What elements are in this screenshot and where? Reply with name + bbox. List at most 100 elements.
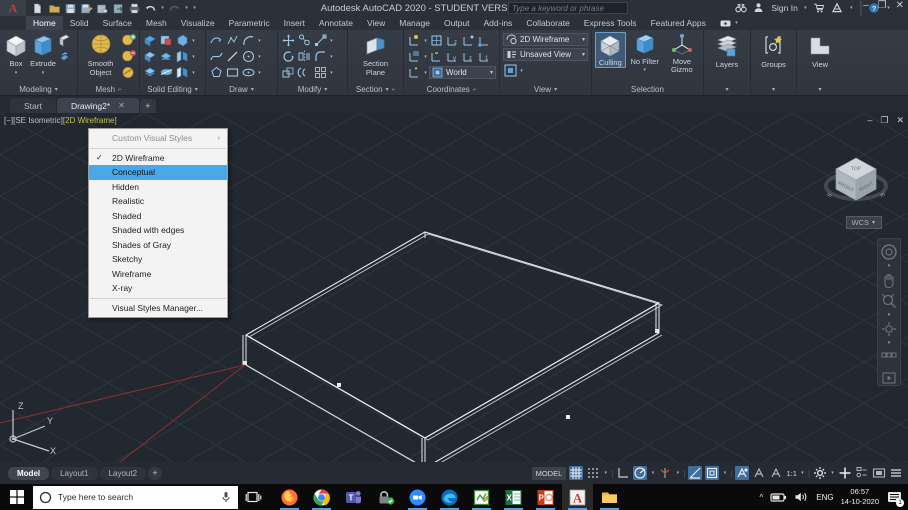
shell-icon[interactable] [143, 65, 158, 80]
panel-layers-label[interactable]: ▾ [704, 83, 750, 96]
restore-button[interactable]: ❐ [878, 1, 887, 11]
ucs-y-rotate-icon[interactable]: y [445, 49, 460, 64]
isolate-objects-icon[interactable] [855, 466, 869, 480]
object-snap-icon[interactable] [705, 466, 720, 480]
taskbar-app-autocad[interactable]: A [562, 484, 593, 510]
3d-mirror-icon[interactable] [297, 49, 312, 64]
drawing-close-button[interactable]: ✕ [896, 115, 904, 126]
taskbar-app-explorer[interactable] [594, 484, 625, 510]
panel-modeling-label[interactable]: Modeling ▾ [0, 83, 77, 96]
drawing-restore-button[interactable]: ❐ [880, 115, 888, 126]
circle-icon[interactable] [241, 49, 256, 64]
sign-in-button[interactable]: Sign In [771, 3, 797, 13]
ribbon-tab-collaborate[interactable]: Collaborate [519, 16, 576, 30]
panel-draw-label[interactable]: Draw ▾ [206, 83, 277, 96]
taskbar-app-security[interactable] [370, 484, 401, 510]
taskbar-app-firefox[interactable] [274, 484, 305, 510]
visual-style-dropdown[interactable]: 2D Wireframe ▾ [503, 33, 588, 46]
view-cube[interactable]: TOP FRONT RIGHT S E [820, 146, 892, 218]
3dpolyline-icon[interactable] [225, 33, 240, 48]
loft-icon[interactable] [57, 49, 72, 64]
orbit-icon[interactable] [880, 320, 898, 338]
ucs-dropdown[interactable]: World ▾ [429, 66, 496, 79]
object-snap-tracking-icon[interactable] [688, 466, 703, 480]
layout-tab-layout2[interactable]: Layout2 [99, 466, 147, 480]
annotation-scale-caret[interactable]: ▾ [800, 470, 805, 476]
imprint-icon[interactable] [175, 65, 190, 80]
smooth-less-icon[interactable] [121, 49, 136, 64]
menu-item-hidden[interactable]: Hidden [89, 180, 227, 195]
show-annotation-objects-icon[interactable] [735, 466, 750, 480]
arc-icon[interactable] [241, 33, 256, 48]
ucs-manager-icon[interactable] [407, 65, 422, 80]
task-view-icon[interactable] [238, 484, 268, 510]
polar-tracking-icon[interactable] [633, 466, 648, 480]
panel-coordinates-label[interactable]: Coordinates ⌐ [404, 83, 499, 96]
3d-array-icon[interactable] [281, 65, 296, 80]
menu-item-sketchy[interactable]: Sketchy [89, 252, 227, 267]
ribbon-tab-surface[interactable]: Surface [96, 16, 139, 30]
taskbar-app-edge[interactable] [434, 484, 465, 510]
undo-icon[interactable] [144, 2, 157, 15]
taskbar-clock[interactable]: 06:57 14-10-2020 [841, 487, 879, 507]
redo-icon[interactable] [168, 2, 181, 15]
polygon-icon[interactable] [209, 65, 224, 80]
3d-rotate-icon[interactable] [281, 49, 296, 64]
layout-tab-layout1[interactable]: Layout1 [51, 466, 98, 480]
taskbar-app-powerpoint[interactable]: P [530, 484, 561, 510]
volume-icon[interactable] [794, 491, 809, 503]
solid-subtract-icon[interactable] [159, 33, 174, 48]
menu-item-shades-of-gray[interactable]: Shades of Gray [89, 238, 227, 253]
hardware-acceleration-icon[interactable] [838, 466, 852, 480]
start-button-icon[interactable] [0, 484, 33, 510]
close-button[interactable]: ✕ [896, 1, 904, 11]
model-space-toggle[interactable]: MODEL [531, 466, 567, 480]
tool-no-filter[interactable]: No Filter ▾ [627, 32, 663, 74]
polar-tracking-caret[interactable]: ▾ [650, 470, 655, 476]
ribbon-tab-insert[interactable]: Insert [277, 16, 312, 30]
refine-mesh-icon[interactable] [121, 33, 136, 48]
battery-icon[interactable] [770, 492, 787, 503]
close-gaps-icon[interactable] [121, 65, 136, 80]
annotation-visibility-icon[interactable] [769, 466, 783, 480]
menu-item-wireframe[interactable]: Wireframe [89, 267, 227, 282]
ribbon-tab-featured-apps[interactable]: Featured Apps [644, 16, 713, 30]
solid-intersect-icon[interactable] [175, 33, 190, 48]
solid-union-icon[interactable] [143, 33, 158, 48]
isometric-drafting-caret[interactable]: ▾ [675, 470, 680, 476]
menu-item-visual-styles-manager[interactable]: Visual Styles Manager... [89, 301, 227, 316]
ucs-world-icon[interactable] [429, 33, 444, 48]
nav-orbit-caret[interactable]: ▾ [888, 341, 891, 346]
autodesk-a360-icon[interactable] [831, 1, 844, 15]
ucs-z-axis-icon[interactable]: z [445, 33, 460, 48]
menu-item-conceptual[interactable]: Conceptual [89, 165, 227, 180]
offset-icon[interactable] [297, 65, 312, 80]
qat-customize-caret[interactable]: ▾ [192, 5, 197, 11]
snap-mode-icon[interactable] [586, 466, 600, 480]
search-binoculars-icon[interactable] [735, 2, 748, 15]
array-rect-icon[interactable] [313, 65, 328, 80]
panel-mesh-label[interactable]: Mesh ⌐ [78, 83, 139, 96]
search-input[interactable]: Type a keyword or phrase [508, 2, 628, 14]
show-motion-icon[interactable] [880, 348, 898, 366]
visual-styles-menu[interactable]: Custom Visual Styles › ✓ 2D Wireframe Co… [88, 128, 228, 318]
taskbar-app-notes[interactable] [466, 484, 497, 510]
menu-item-shaded-with-edges[interactable]: Shaded with edges [89, 223, 227, 238]
nav-zoom-caret[interactable]: ▾ [888, 313, 891, 318]
file-tab-start[interactable]: Start [10, 98, 56, 113]
customization-menu-icon[interactable] [889, 466, 903, 480]
print-icon[interactable] [128, 2, 141, 15]
tool-extrude[interactable]: Extrude ▾ [30, 33, 56, 77]
view-preset-dropdown[interactable]: Unsaved View ▾ [503, 48, 588, 61]
panel-groups-label[interactable]: ▾ [751, 83, 796, 96]
save-copy-icon[interactable] [96, 2, 109, 15]
drawing-viewport[interactable]: [−][SE Isometric][2D Wireframe] – ❐ ✕ TO… [0, 113, 908, 462]
menu-item-2d-wireframe[interactable]: ✓ 2D Wireframe [89, 151, 227, 166]
extrude-face-icon[interactable] [143, 49, 158, 64]
tool-move-gizmo[interactable]: Move Gizmo [664, 32, 700, 74]
ucs-x-rotate-icon[interactable] [429, 49, 444, 64]
ribbon-tab-solid[interactable]: Solid [63, 16, 96, 30]
slice-icon[interactable] [159, 65, 174, 80]
a360-caret[interactable]: ▾ [849, 5, 854, 11]
pan-hand-icon[interactable] [880, 271, 898, 289]
